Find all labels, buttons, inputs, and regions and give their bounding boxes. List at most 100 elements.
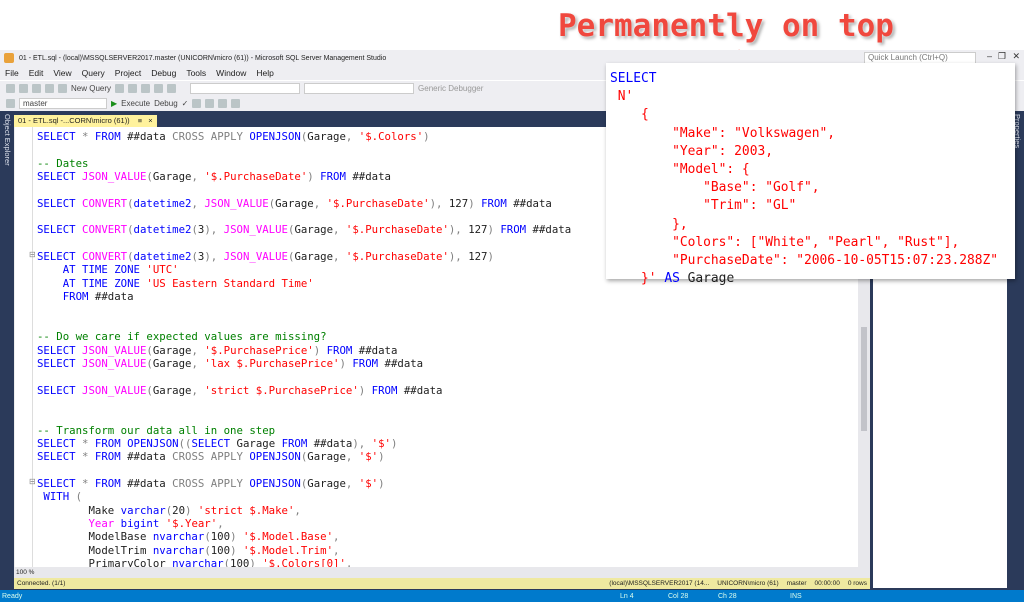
- solution-config-select[interactable]: [190, 83, 301, 94]
- menu-query[interactable]: Query: [77, 68, 110, 78]
- menu-debug[interactable]: Debug: [146, 68, 181, 78]
- results-to-text-icon[interactable]: [205, 99, 215, 108]
- code-token: SELECT: [37, 356, 83, 370]
- code-token: datetime2: [133, 250, 192, 264]
- query-status-bar: Connected. (1/1) (local)\MSSQLSERVER2017…: [14, 578, 870, 589]
- connect-icon[interactable]: [6, 99, 15, 108]
- object-explorer-tab[interactable]: Object Explorer: [1, 114, 12, 166]
- redo-icon[interactable]: [167, 84, 177, 93]
- close-button[interactable]: ✕: [1012, 51, 1020, 62]
- code-text: SELECT * FROM ##data CROSS APPLY OPENJSO…: [37, 130, 571, 567]
- menu-tools[interactable]: Tools: [181, 68, 211, 78]
- code-token: 100: [210, 543, 231, 557]
- code-token: '$': [358, 476, 379, 490]
- code-token: ,: [333, 223, 346, 237]
- platform-select[interactable]: [304, 83, 415, 94]
- results-to-grid-icon[interactable]: [192, 99, 202, 108]
- code-token: ,: [345, 557, 353, 567]
- code-token: SELECT: [191, 436, 237, 450]
- code-token: 127: [468, 223, 488, 237]
- menu-project[interactable]: Project: [110, 68, 146, 78]
- tab-etl-sql[interactable]: 01 - ETL.sql -...CORN\micro (61)) ≡ ×: [14, 115, 157, 127]
- code-token: ##data: [506, 196, 552, 210]
- code-token: "Colors": ["White", "Pearl", "Rust"],: [610, 234, 960, 250]
- code-line: "PurchaseDate": "2006-10-05T15:07:23.288…: [610, 252, 1015, 270]
- back-icon[interactable]: [6, 84, 15, 93]
- code-token: SELECT: [37, 476, 76, 490]
- code-token: ),: [352, 436, 372, 450]
- code-line: "Model": {: [610, 161, 1015, 179]
- code-token: '$.PurchaseDate': [345, 250, 449, 264]
- code-line: SELECT CONVERT(datetime2, JSON_VALUE(Gar…: [37, 197, 571, 210]
- code-token: 100: [210, 530, 231, 544]
- code-token: FROM: [281, 436, 308, 450]
- code-token: OPENJSON: [249, 450, 301, 464]
- code-token: CROSS APPLY: [172, 476, 250, 490]
- fold-collapse-icon[interactable]: ⊟: [29, 250, 36, 259]
- scrollbar-thumb[interactable]: [861, 327, 867, 431]
- indent-icon[interactable]: [231, 99, 241, 108]
- comment-icon[interactable]: [218, 99, 228, 108]
- cut-icon[interactable]: [115, 84, 125, 93]
- code-token: ): [358, 383, 372, 397]
- code-token: ): [313, 343, 327, 357]
- code-token: 'strict $.PurchasePrice': [204, 383, 359, 397]
- minimize-button[interactable]: –: [987, 51, 992, 61]
- open-file-icon[interactable]: [45, 84, 54, 93]
- code-token: ),: [204, 223, 224, 237]
- code-token: Garage: [152, 356, 192, 370]
- parse-icon[interactable]: ✓: [182, 99, 189, 108]
- menu-window[interactable]: Window: [211, 68, 251, 78]
- code-line: SELECT * FROM ##data CROSS APPLY OPENJSO…: [37, 130, 571, 143]
- database-select[interactable]: master: [19, 98, 107, 109]
- code-token: PrimaryColor: [37, 557, 173, 567]
- code-token: FROM: [37, 290, 89, 304]
- menu-file[interactable]: File: [0, 68, 24, 78]
- forward-icon[interactable]: [19, 84, 28, 93]
- code-token: bigint: [120, 516, 166, 530]
- execute-button[interactable]: Execute: [121, 99, 150, 108]
- tab-label: 01 - ETL.sql -...CORN\micro (61)): [18, 116, 130, 125]
- menu-help[interactable]: Help: [251, 68, 278, 78]
- code-line: "Base": "Golf",: [610, 179, 1015, 197]
- code-token: datetime2: [133, 196, 192, 210]
- code-token: ,: [191, 383, 205, 397]
- paste-icon[interactable]: [141, 84, 151, 93]
- code-line: "Trim": "GL": [610, 197, 1015, 215]
- code-token: SELECT: [37, 130, 76, 143]
- code-token: ,: [191, 196, 205, 210]
- restore-button[interactable]: ❐: [998, 51, 1006, 62]
- menu-edit[interactable]: Edit: [24, 68, 49, 78]
- code-token: FROM: [94, 436, 128, 450]
- code-token: Garage: [152, 343, 192, 357]
- code-token: '$.Year': [165, 516, 218, 530]
- code-line: PrimaryColor nvarchar(100) '$.Colors[0]'…: [37, 557, 571, 567]
- code-token: "Base": "Golf",: [610, 180, 820, 196]
- zoom-select[interactable]: 100 %: [14, 567, 870, 578]
- code-token: ): [339, 356, 353, 370]
- new-project-icon[interactable]: [32, 84, 41, 93]
- code-line: "Make": "Volkswagen",: [610, 125, 1015, 143]
- new-query-button[interactable]: New Query: [71, 84, 111, 93]
- fold-collapse-icon[interactable]: ⊟: [29, 477, 36, 486]
- tab-close-icon[interactable]: ×: [148, 116, 152, 125]
- code-token: 'lax $.PurchasePrice': [204, 356, 340, 370]
- execute-icon: ▶: [111, 99, 118, 108]
- code-token: ): [487, 223, 501, 237]
- code-token: ##data: [352, 343, 398, 357]
- code-token: Year: [37, 516, 121, 530]
- debugger-select[interactable]: Generic Debugger: [418, 84, 483, 93]
- menu-view[interactable]: View: [48, 68, 76, 78]
- code-line: AT TIME ZONE 'US Eastern Standard Time': [37, 277, 571, 290]
- save-icon[interactable]: [58, 84, 67, 93]
- copy-icon[interactable]: [128, 84, 138, 93]
- code-token: CONVERT: [82, 196, 128, 210]
- code-token: FROM: [94, 450, 121, 464]
- pin-icon[interactable]: ≡: [138, 116, 142, 125]
- undo-icon[interactable]: [154, 84, 164, 93]
- debug-button[interactable]: Debug: [154, 99, 178, 108]
- code-token: WITH: [37, 490, 76, 504]
- code-token: '$.PurchaseDate': [326, 196, 430, 210]
